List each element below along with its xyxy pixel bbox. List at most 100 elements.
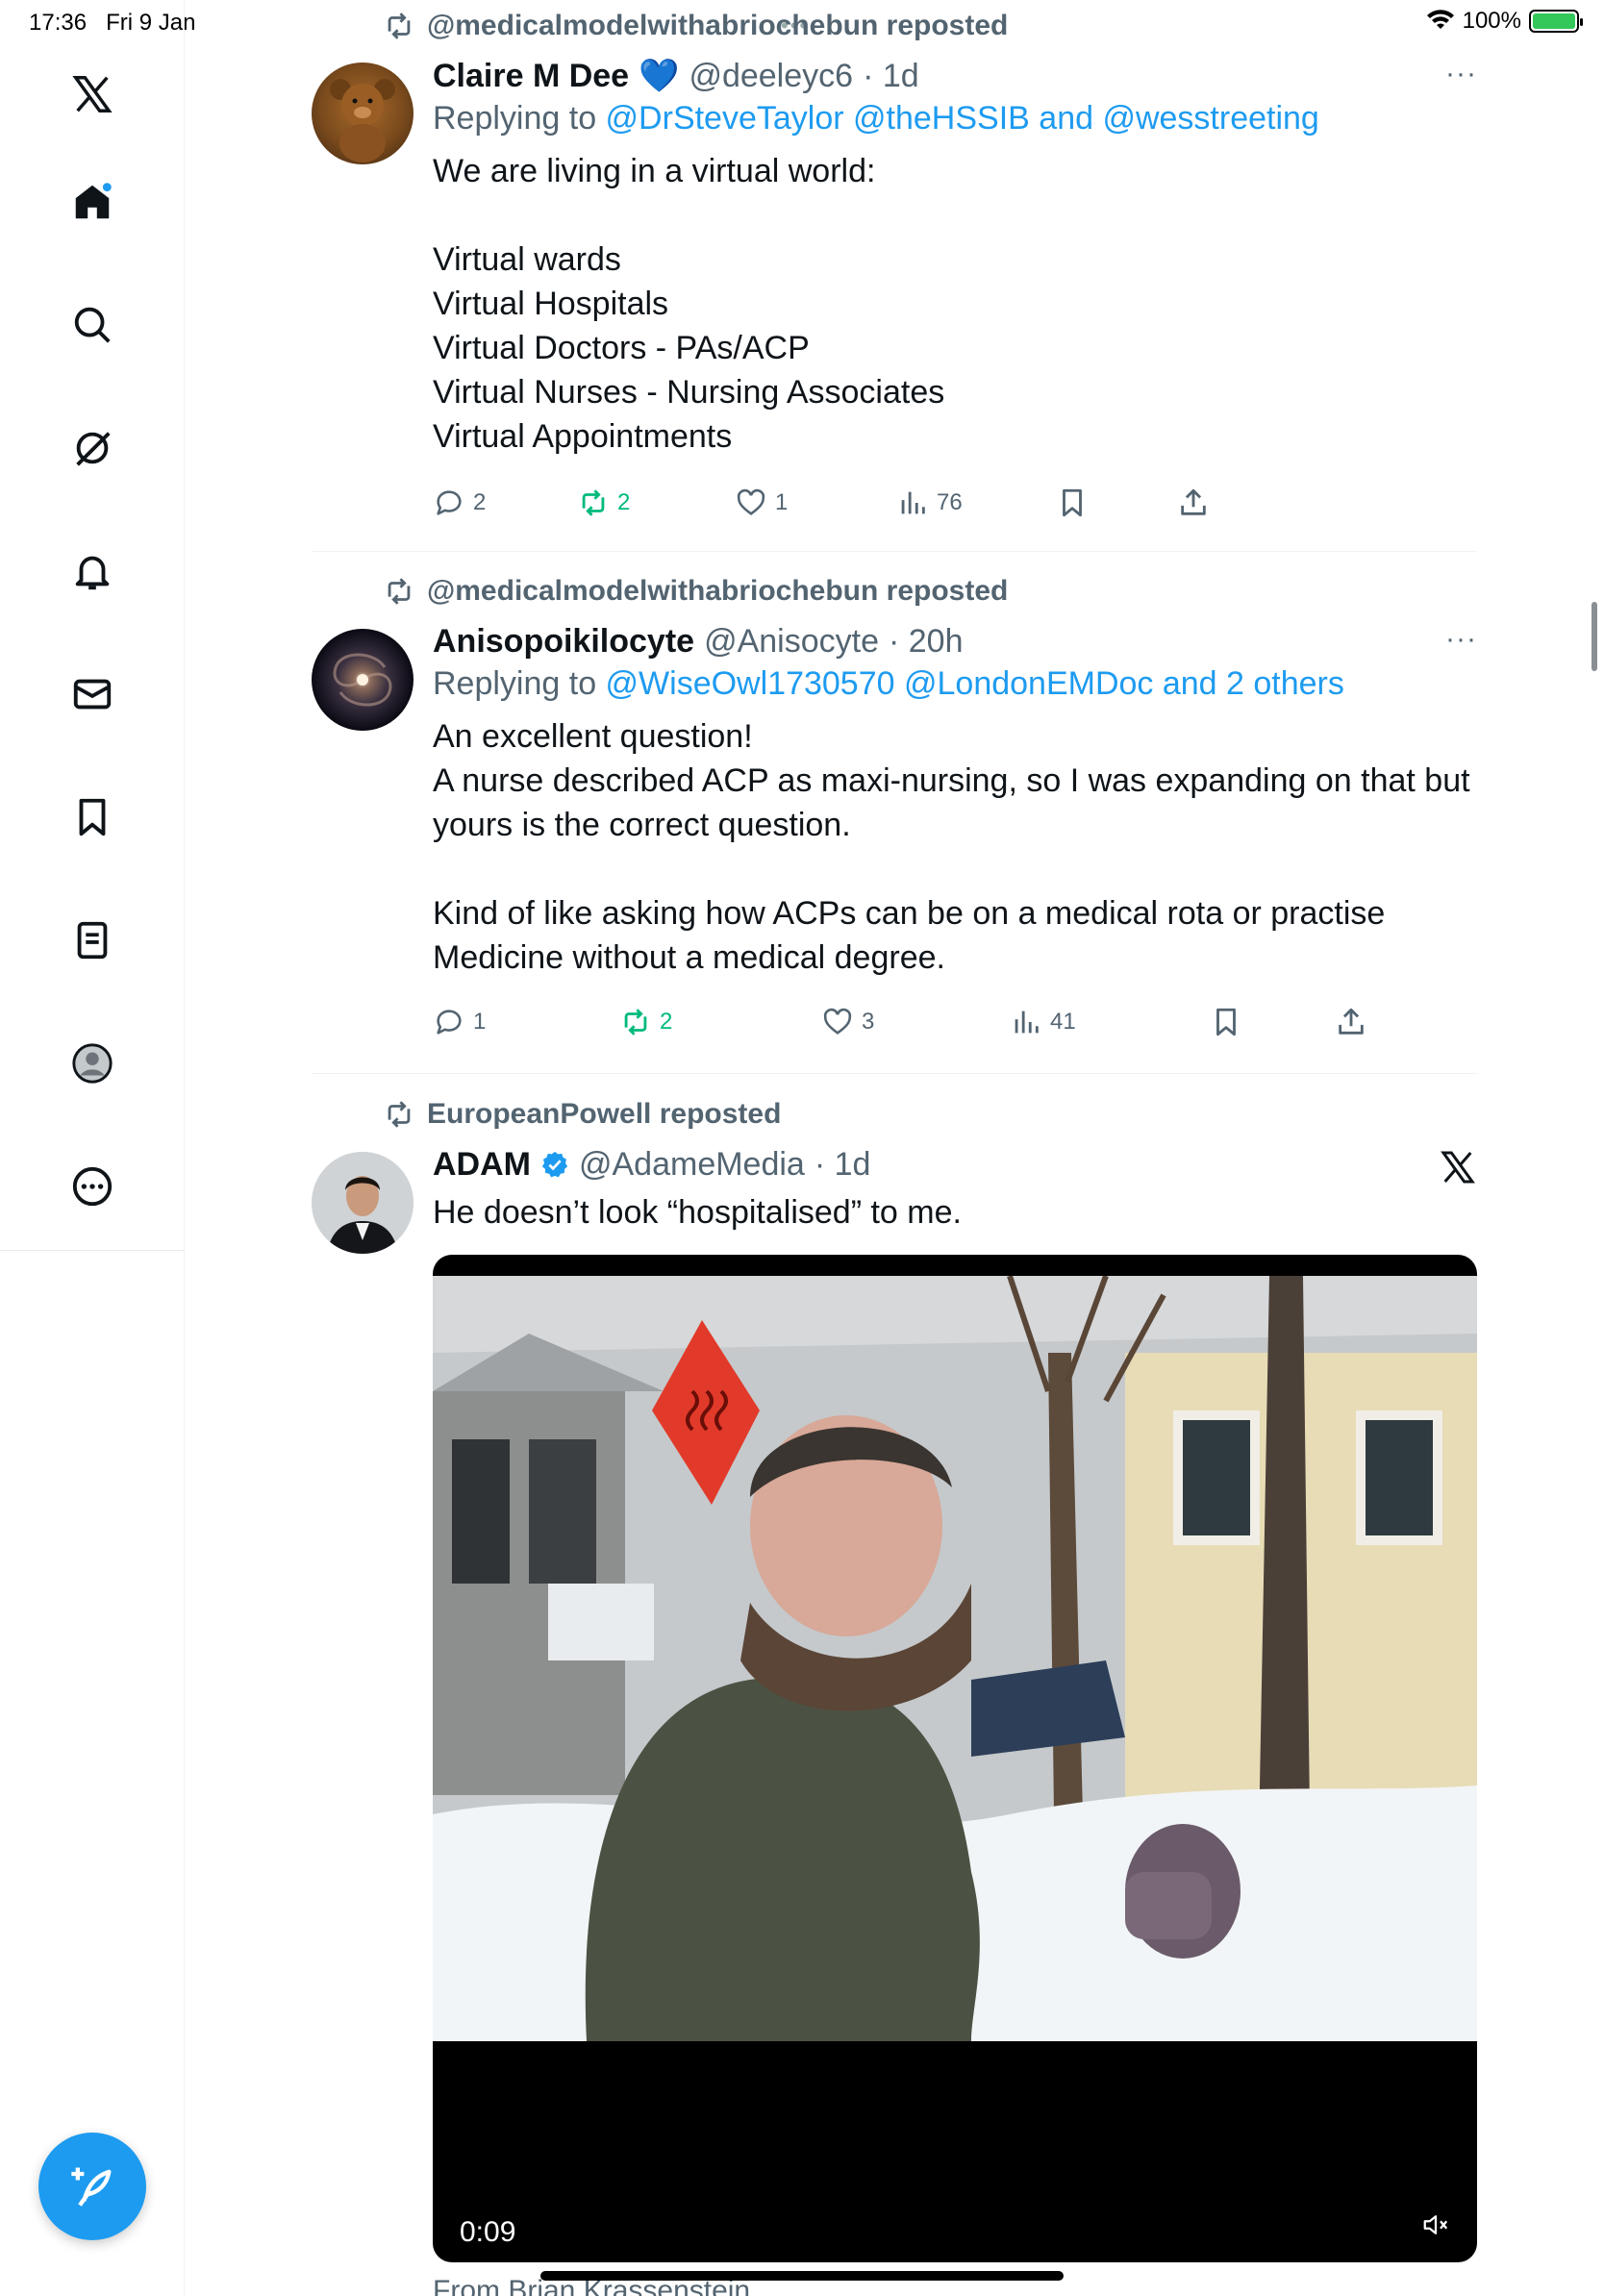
repost-icon bbox=[388, 1101, 411, 1128]
compose-button[interactable] bbox=[38, 2133, 146, 2240]
views-icon bbox=[1015, 1011, 1039, 1034]
views-icon bbox=[901, 491, 925, 514]
reply-button[interactable]: 2 bbox=[433, 487, 486, 519]
reply-mentions[interactable]: @DrSteveTaylor @theHSSIB and @wesstreeti… bbox=[606, 100, 1319, 137]
x-logo-icon[interactable] bbox=[62, 63, 123, 125]
repost-icon bbox=[388, 578, 411, 605]
man-portrait-avatar-image bbox=[312, 1152, 414, 1254]
tweet-header: Claire M Dee 💙 @deeleyc6 · 1d bbox=[433, 54, 1477, 98]
repost-indicator: @medicalmodelwithabriochebun reposted bbox=[383, 575, 1008, 608]
bookmark-icon bbox=[1063, 488, 1082, 517]
mute-icon[interactable] bbox=[1421, 2210, 1450, 2239]
teddy-bear-avatar-image bbox=[330, 79, 395, 162]
reply-button[interactable]: 1 bbox=[433, 1006, 486, 1038]
repost-indicator: EuropeanPowell reposted bbox=[383, 1098, 781, 1131]
author-handle[interactable]: @Anisocyte bbox=[704, 623, 879, 661]
bookmark-icon[interactable] bbox=[62, 786, 123, 848]
home-indicator[interactable] bbox=[540, 2271, 1064, 2281]
avatar[interactable] bbox=[312, 629, 414, 731]
repost-label: @medicalmodelwithabriochebun reposted bbox=[427, 10, 1009, 41]
like-count: 1 bbox=[775, 489, 789, 515]
repost-label: @medicalmodelwithabriochebun reposted bbox=[427, 575, 1009, 607]
verified-badge-icon bbox=[541, 1151, 568, 1178]
tweet-time[interactable]: · 1d bbox=[863, 58, 919, 95]
like-button[interactable]: 3 bbox=[821, 1006, 874, 1038]
feather-plus-icon bbox=[71, 2167, 112, 2207]
tweet-divider bbox=[312, 1073, 1477, 1074]
repost-icon bbox=[388, 12, 411, 39]
tweet-2[interactable]: @medicalmodelwithabriochebun reposted ··… bbox=[312, 575, 1477, 1075]
blue-heart-emoji: 💙 bbox=[639, 58, 680, 94]
replying-to-label: Replying to bbox=[433, 100, 606, 137]
more-icon[interactable] bbox=[62, 1156, 123, 1217]
bookmark-button[interactable] bbox=[1056, 487, 1089, 519]
reply-icon bbox=[437, 1010, 462, 1035]
author-handle[interactable]: @AdameMedia bbox=[579, 1146, 805, 1184]
tweet-text: We are living in a virtual world: Virtua… bbox=[433, 153, 945, 455]
video-frame bbox=[433, 1276, 1477, 2041]
tweet-header: ADAM @AdameMedia · 1d bbox=[433, 1142, 1477, 1186]
scrollbar[interactable] bbox=[1591, 602, 1597, 671]
share-button[interactable] bbox=[1177, 487, 1210, 519]
home-icon[interactable] bbox=[62, 171, 123, 233]
bookmark-button[interactable] bbox=[1210, 1006, 1242, 1038]
view-count: 41 bbox=[1050, 1009, 1076, 1035]
search-icon[interactable] bbox=[62, 294, 123, 356]
repost-icon bbox=[624, 1009, 647, 1036]
tweet-divider bbox=[312, 551, 1477, 552]
tweet-1[interactable]: @medicalmodelwithabriochebun reposted ··… bbox=[312, 10, 1477, 548]
author-name[interactable]: Anisopoikilocyte bbox=[433, 623, 694, 661]
share-icon bbox=[1181, 488, 1206, 515]
like-count: 3 bbox=[862, 1009, 875, 1035]
tweet-actions: 1 2 3 41 bbox=[433, 1006, 1477, 1050]
replying-to-label: Replying to bbox=[433, 665, 606, 702]
repost-button[interactable]: 2 bbox=[619, 1006, 672, 1038]
bookmark-icon bbox=[1216, 1008, 1236, 1036]
tweet-text: An excellent question! A nurse described… bbox=[433, 718, 1470, 976]
tweet-body: Anisopoikilocyte @Anisocyte · 20h Replyi… bbox=[433, 619, 1477, 980]
tweet-header: Anisopoikilocyte @Anisocyte · 20h bbox=[433, 619, 1477, 663]
repost-count: 2 bbox=[617, 489, 631, 515]
tweet-body: ADAM @AdameMedia · 1d He doesn’t look “h… bbox=[433, 1142, 1477, 1235]
replying-to: Replying to @WiseOwl1730570 @LondonEMDoc… bbox=[433, 665, 1477, 703]
tweet-actions: 2 2 1 76 bbox=[433, 487, 1206, 531]
galaxy-avatar-image bbox=[333, 653, 392, 707]
repost-button[interactable]: 2 bbox=[577, 487, 630, 519]
avatar[interactable] bbox=[312, 62, 414, 164]
heart-icon bbox=[737, 488, 765, 515]
heart-icon bbox=[823, 1008, 852, 1035]
bell-icon[interactable] bbox=[62, 540, 123, 602]
share-button[interactable] bbox=[1335, 1006, 1367, 1038]
tweet-text: He doesn’t look “hospitalised” to me. bbox=[433, 1194, 962, 1231]
sidebar-divider bbox=[0, 1250, 185, 1251]
reply-count: 2 bbox=[473, 489, 487, 515]
sidebar bbox=[0, 0, 185, 2296]
author-handle[interactable]: @deeleyc6 bbox=[689, 58, 853, 95]
tweet-time[interactable]: · 1d bbox=[815, 1146, 871, 1184]
video-duration: 0:09 bbox=[460, 2216, 516, 2248]
reply-mentions[interactable]: @WiseOwl1730570 @LondonEMDoc and 2 other… bbox=[606, 665, 1344, 702]
views-button[interactable]: 41 bbox=[1010, 1006, 1076, 1038]
tweet-time[interactable]: · 20h bbox=[889, 623, 964, 661]
author-name[interactable]: Claire M Dee bbox=[433, 58, 629, 95]
repost-label: EuropeanPowell reposted bbox=[427, 1098, 782, 1130]
repost-icon bbox=[582, 489, 605, 516]
views-button[interactable]: 76 bbox=[896, 487, 963, 519]
tweet-body: Claire M Dee 💙 @deeleyc6 · 1d Replying t… bbox=[433, 54, 1477, 459]
author-name[interactable]: ADAM bbox=[433, 1146, 531, 1184]
video-still-image bbox=[433, 1276, 1477, 2041]
avatar[interactable] bbox=[312, 1152, 414, 1254]
repost-indicator: @medicalmodelwithabriochebun reposted bbox=[383, 10, 1008, 42]
grok-icon[interactable] bbox=[62, 417, 123, 479]
battery-icon bbox=[1529, 10, 1583, 33]
like-button[interactable]: 1 bbox=[735, 487, 788, 519]
profile-icon[interactable] bbox=[62, 1033, 123, 1094]
reply-icon bbox=[437, 490, 462, 515]
mail-icon[interactable] bbox=[62, 663, 123, 725]
repost-count: 2 bbox=[660, 1009, 673, 1035]
video-player[interactable]: 0:09 bbox=[433, 1255, 1477, 2262]
reply-count: 1 bbox=[473, 1009, 487, 1035]
replying-to: Replying to @DrSteveTaylor @theHSSIB and… bbox=[433, 100, 1477, 137]
lists-icon[interactable] bbox=[62, 910, 123, 971]
share-icon bbox=[1339, 1008, 1364, 1035]
